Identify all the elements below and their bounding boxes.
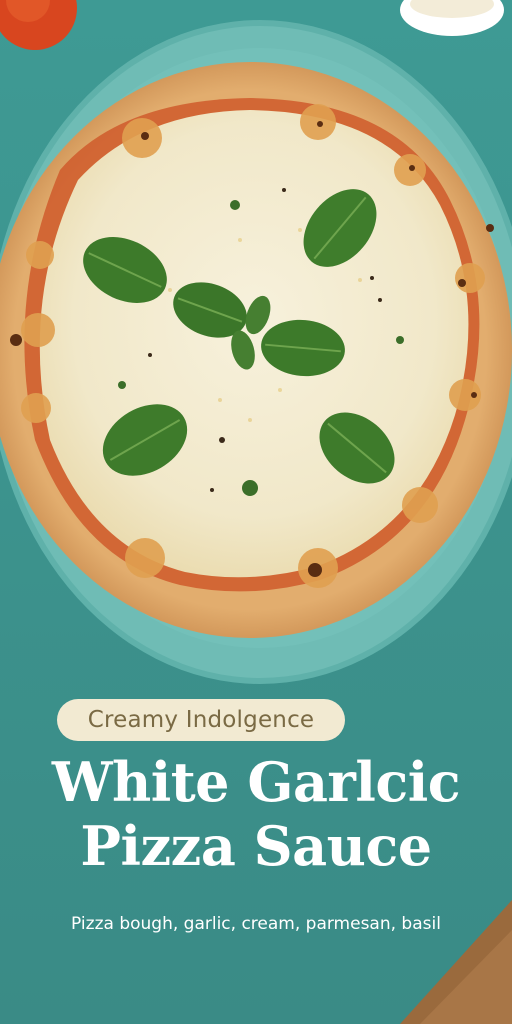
pizza (0, 62, 512, 638)
tagline-badge: Creamy Indolgence (57, 699, 345, 741)
title-line-1: White Garlcic (51, 750, 461, 814)
recipe-title: White Garlcic Pizza Sauce (0, 750, 512, 878)
ingredients-subtitle: Pizza bough, garlic, cream, parmesan, ba… (71, 914, 441, 934)
title-line-2: Pizza Sauce (80, 814, 432, 878)
tagline-text: Creamy Indolgence (87, 707, 315, 733)
